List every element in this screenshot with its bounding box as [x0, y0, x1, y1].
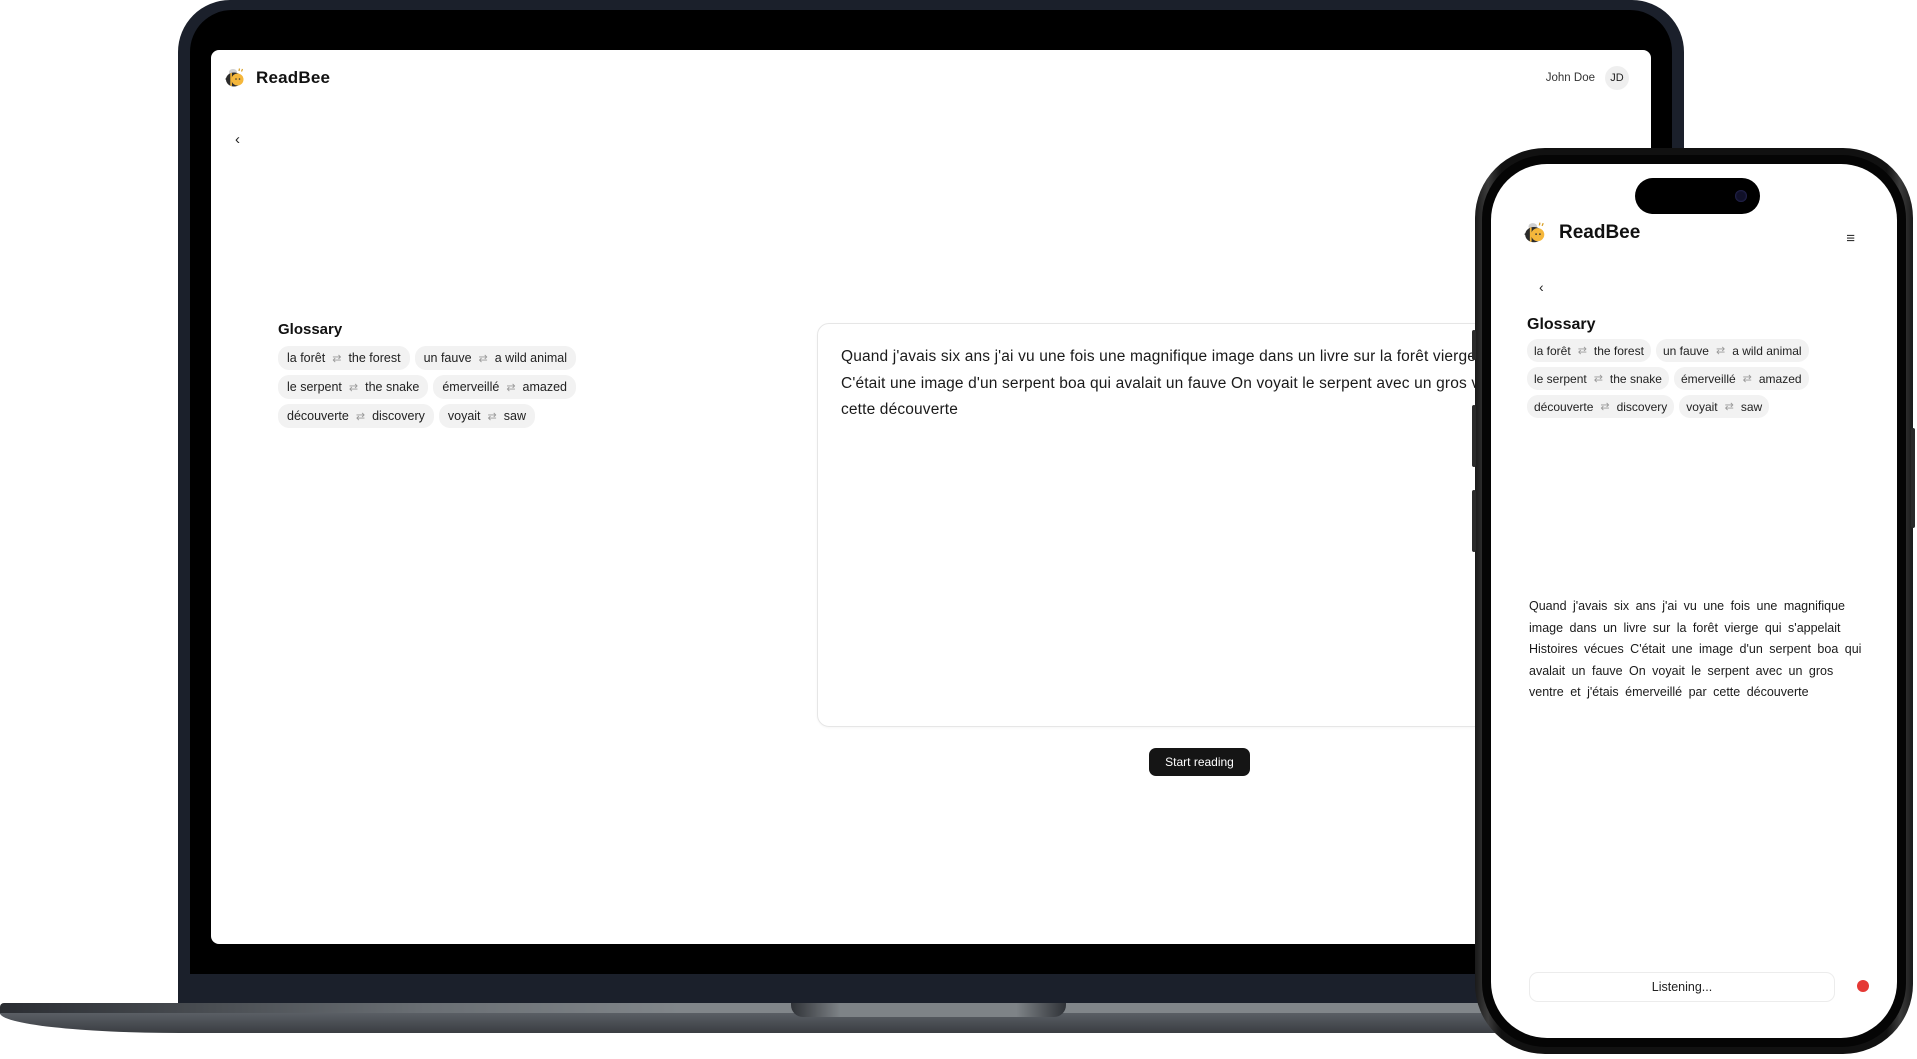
swap-icon: ⇄ — [478, 352, 488, 365]
chip-target: the forest — [1593, 343, 1644, 358]
user-menu[interactable]: John Doe JD — [1546, 66, 1629, 90]
chip-source: un fauve — [423, 351, 472, 365]
listening-status-bar[interactable]: Listening... — [1529, 972, 1835, 1002]
swap-icon: ⇄ — [487, 410, 497, 423]
swap-icon: ⇄ — [348, 381, 359, 394]
glossary-chip[interactable]: découverte ⇄ discovery — [278, 404, 434, 428]
camera-icon — [1735, 190, 1747, 202]
glossary-chip[interactable]: la forêt ⇄ the forest — [278, 346, 410, 370]
chip-target: saw — [503, 409, 526, 423]
start-reading-button[interactable]: Start reading — [1149, 748, 1250, 776]
glossary-chip[interactable]: un fauve ⇄ a wild animal — [414, 346, 577, 370]
chip-source: émerveillé — [442, 380, 500, 394]
chip-source: découverte — [287, 409, 349, 423]
swap-icon: ⇄ — [506, 381, 516, 394]
glossary-chip[interactable]: découverte ⇄ discovery — [1527, 395, 1675, 418]
glossary-chip[interactable]: voyait ⇄ saw — [1679, 395, 1770, 418]
chip-target: discovery — [372, 409, 425, 423]
chip-source: voyait — [447, 409, 481, 423]
chip-target: the snake — [1609, 371, 1662, 386]
chip-target: the forest — [348, 351, 401, 365]
user-name: John Doe — [1545, 72, 1595, 84]
swap-icon: ⇄ — [332, 352, 342, 365]
glossary-chip-list: la forêt ⇄ the forest un fauve ⇄ a wild … — [1527, 339, 1867, 418]
glossary-title: Glossary — [278, 321, 343, 338]
swap-icon: ⇄ — [355, 410, 366, 423]
glossary-panel: Glossary la forêt ⇄ the forest un fauve … — [278, 321, 578, 428]
listening-status: Listening... — [1651, 980, 1713, 994]
swap-icon: ⇄ — [1593, 373, 1603, 385]
menu-button[interactable]: ≡ — [1846, 230, 1855, 247]
glossary-title: Glossary — [1527, 316, 1596, 333]
app-logo[interactable]: ReadBee — [1523, 222, 1640, 244]
chevron-left-icon: ‹ — [1539, 279, 1544, 295]
swap-icon: ⇄ — [1600, 401, 1610, 413]
chip-source: découverte — [1534, 399, 1594, 414]
glossary-chip[interactable]: le serpent ⇄ the snake — [278, 375, 429, 399]
bee-icon — [1524, 222, 1545, 243]
app-name: ReadBee — [1559, 222, 1641, 243]
chip-target: the snake — [365, 380, 420, 394]
hamburger-menu-icon: ≡ — [1846, 230, 1855, 247]
glossary-chip[interactable]: émerveillé ⇄ amazed — [433, 375, 577, 399]
phone-power-button — [1911, 428, 1915, 528]
swap-icon: ⇄ — [1724, 401, 1734, 413]
swap-icon: ⇄ — [1577, 345, 1587, 357]
recording-indicator-icon — [1857, 980, 1869, 992]
avatar[interactable]: JD — [1605, 66, 1629, 90]
app-logo[interactable]: ReadBee — [224, 68, 330, 88]
chip-source: le serpent — [1534, 371, 1587, 386]
chip-source: la forêt — [1534, 343, 1571, 358]
bee-icon — [225, 68, 244, 87]
glossary-chip[interactable]: voyait ⇄ saw — [438, 404, 535, 428]
glossary-chip-list: la forêt ⇄ the forest un fauve ⇄ a wild … — [278, 346, 578, 428]
chip-target: a wild animal — [1732, 343, 1802, 358]
phone-volume-up-button — [1472, 405, 1476, 467]
chip-target: discovery — [1616, 399, 1668, 414]
desktop-app-screen: ReadBee John Doe JD ‹ Glossary la forêt … — [211, 50, 1651, 944]
chevron-left-icon: ‹ — [235, 131, 240, 148]
chip-source: la forêt — [287, 351, 326, 365]
chip-source: un fauve — [1662, 343, 1709, 358]
back-button[interactable]: ‹ — [1539, 279, 1544, 295]
glossary-chip[interactable]: le serpent ⇄ the snake — [1527, 367, 1669, 390]
dynamic-island — [1635, 178, 1760, 214]
chip-source: voyait — [1686, 399, 1718, 414]
swap-icon: ⇄ — [1742, 373, 1752, 385]
mobile-app-screen: ReadBee ≡ ‹ Glossary la forêt ⇄ the fore… — [1491, 164, 1897, 1038]
phone-volume-down-button — [1472, 490, 1476, 552]
chip-target: amazed — [1758, 371, 1802, 386]
glossary-chip[interactable]: un fauve ⇄ a wild animal — [1655, 339, 1809, 362]
glossary-chip[interactable]: la forêt ⇄ the forest — [1527, 339, 1651, 362]
phone-side-button — [1472, 330, 1476, 360]
app-name: ReadBee — [256, 68, 331, 87]
chip-target: saw — [1740, 399, 1763, 414]
chip-source: émerveillé — [1680, 371, 1736, 386]
chip-target: amazed — [522, 380, 568, 394]
back-button[interactable]: ‹ — [235, 131, 240, 148]
swap-icon: ⇄ — [1715, 345, 1726, 357]
glossary-panel: Glossary la forêt ⇄ the forest un fauve … — [1527, 316, 1867, 418]
chip-target: a wild animal — [494, 351, 568, 365]
chip-source: le serpent — [287, 380, 342, 394]
reading-text: Quand j'avais six ans j'ai vu une fois u… — [1529, 599, 1862, 699]
laptop-opening-notch — [791, 1003, 1066, 1017]
glossary-chip[interactable]: émerveillé ⇄ amazed — [1673, 367, 1809, 390]
